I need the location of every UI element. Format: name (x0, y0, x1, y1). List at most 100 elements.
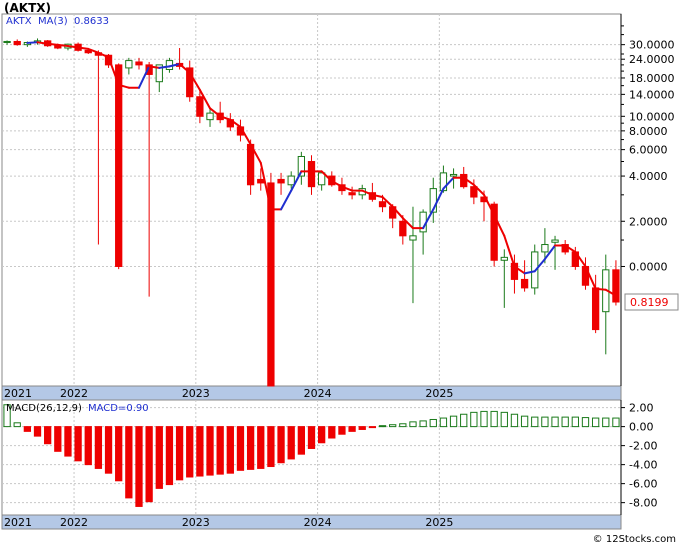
macd-bar (135, 426, 143, 507)
candle-body (206, 112, 214, 121)
candle-body (135, 61, 143, 66)
macd-y-tick-label: 0.00 (629, 421, 654, 434)
macd-bar (520, 415, 529, 428)
macd-bar (23, 426, 32, 432)
macd-bar (449, 415, 458, 428)
macd-bar (460, 413, 468, 428)
macd-x-tick-label: 2025 (425, 516, 453, 529)
candle-body (13, 40, 21, 46)
candle-body (277, 178, 285, 184)
candle-body (257, 178, 265, 184)
macd-legend-value: MACD=0.90 (88, 403, 149, 414)
candle-body (348, 192, 356, 196)
macd-bar (338, 426, 346, 435)
candle-body (196, 96, 204, 117)
macd-bar (490, 410, 498, 428)
candle-body (378, 201, 387, 208)
macd-y-tick-label: -6.00 (629, 478, 657, 491)
ma3-segment (26, 41, 39, 44)
price-x-tick-label: 2022 (60, 387, 88, 400)
macd-bar (399, 423, 407, 428)
price-y-tick-label: 0.0000 (629, 260, 668, 273)
macd-bar (226, 426, 234, 474)
macd-bar (612, 417, 620, 428)
price-legend-ticker: AKTX (6, 16, 32, 27)
price-legend-ma-value: 0.8633 (74, 16, 109, 27)
price-x-tick-label: 2025 (425, 387, 453, 400)
candle-body (125, 60, 133, 69)
macd-bar (287, 426, 295, 460)
macd-y-tick-label: -4.00 (629, 459, 657, 472)
candle-body (115, 64, 123, 267)
macd-y-tick-label: -8.00 (629, 497, 657, 510)
price-legend-ma-label: MA(3) (38, 16, 68, 27)
ma3-segment (56, 43, 69, 47)
macd-bar (115, 426, 123, 482)
macd-x-tick-label: 2024 (304, 516, 332, 529)
price-x-tick-label: 2023 (182, 387, 210, 400)
macd-x-tick-label: 2023 (182, 516, 210, 529)
price-y-tick-label: 4.0000 (629, 170, 668, 183)
macd-bar (13, 422, 21, 428)
macd-bar (84, 426, 92, 466)
macd-bar (439, 417, 448, 428)
macd-bar (74, 426, 82, 462)
ma3-segment (77, 46, 90, 50)
macd-bar (358, 426, 366, 430)
macd-bar (510, 413, 519, 428)
candle-body (591, 287, 600, 331)
macd-bar (104, 426, 113, 474)
price-y-tick-label: 8.0000 (629, 125, 668, 138)
macd-bar (470, 411, 478, 428)
macd-bar (94, 426, 103, 469)
ma3-segment (46, 42, 59, 46)
macd-bar (581, 417, 590, 428)
macd-bar (531, 416, 539, 428)
macd-y-tick-label: -2.00 (629, 440, 657, 453)
macd-bar (561, 416, 569, 428)
macd-bar (216, 426, 224, 475)
price-y-tick-label: 10.0000 (629, 110, 675, 123)
macd-bar (307, 426, 316, 449)
candle-body (612, 269, 620, 303)
candle-body (307, 161, 316, 188)
macd-bar (409, 421, 417, 428)
macd-bar (591, 417, 600, 428)
last-price-label: 0.8199 (630, 296, 669, 309)
macd-bar (328, 426, 336, 439)
stock-chart: 30.000024.0000 18.0000 14.0000 10.0000 8.000… (1, 13, 679, 530)
candle-body (3, 40, 11, 44)
candle-body (399, 220, 407, 237)
macd-bar (175, 426, 184, 481)
candle-body (287, 175, 295, 186)
price-y-tick-label: 24.0000 (629, 53, 675, 66)
price-panel (1, 13, 622, 387)
macd-bar (64, 426, 72, 457)
price-x-tick-label: 2021 (4, 387, 32, 400)
macd-bar (196, 426, 204, 477)
macd-x-tick-label: 2022 (60, 516, 88, 529)
page-title: (AKTX) (4, 1, 51, 15)
macd-bar (125, 426, 133, 499)
macd-bar (246, 426, 255, 470)
macd-bar (389, 424, 397, 428)
ma3-segment (594, 287, 607, 291)
price-y-tick-label: 30.0000 (629, 39, 675, 52)
price-y-tick-label: 2.0000 (629, 215, 668, 228)
price-y-tick-label: 14.0000 (629, 88, 675, 101)
macd-x-tick-label: 2021 (4, 516, 32, 529)
macd-y-tick-label: 2.00 (629, 402, 654, 415)
macd-bar (318, 426, 326, 444)
macd-bar (236, 426, 245, 471)
price-y-tick-label: 6.0000 (629, 144, 668, 157)
macd-bar (206, 426, 214, 476)
price-x-tick-label: 2024 (304, 387, 332, 400)
credit-text: © 12Stocks.com (592, 534, 676, 545)
macd-bar (348, 426, 356, 432)
macd-bar (419, 420, 427, 428)
macd-bar (378, 425, 387, 428)
macd-bar (551, 416, 559, 428)
macd-bar (541, 416, 549, 428)
macd-bar (54, 426, 62, 452)
macd-bar (571, 416, 579, 428)
